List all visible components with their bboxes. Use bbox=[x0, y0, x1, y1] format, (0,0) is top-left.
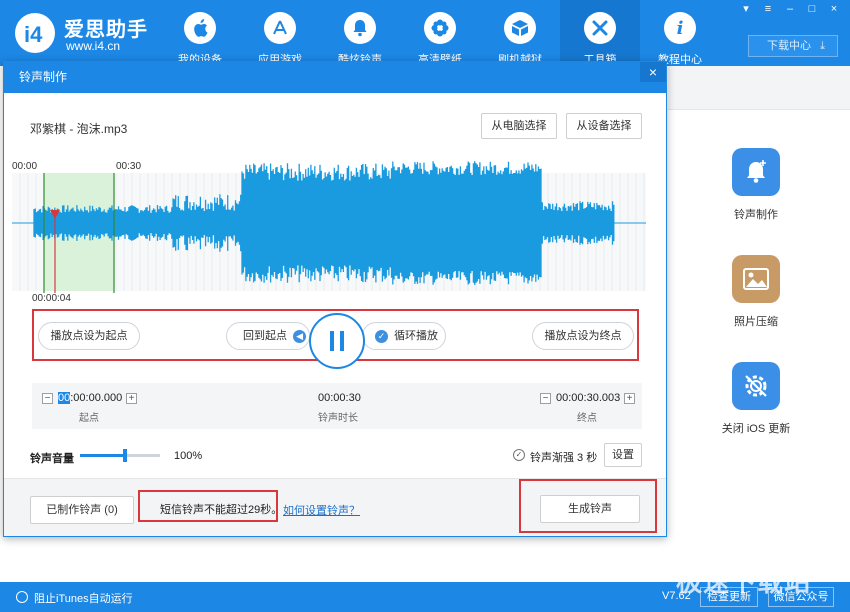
nav-ringtones[interactable]: 酷炫铃声 bbox=[320, 0, 400, 66]
app-store-icon bbox=[264, 12, 296, 44]
start-increment-button[interactable]: + bbox=[126, 393, 137, 404]
window-controls: ▾ ≡ – □ × bbox=[738, 2, 842, 16]
tool-label: 关闭 iOS 更新 bbox=[721, 423, 791, 435]
volume-slider-handle[interactable] bbox=[122, 449, 127, 462]
volume-slider[interactable] bbox=[80, 449, 160, 462]
start-time-rest: :00:00.000 bbox=[70, 392, 123, 404]
how-to-set-ringtone-link[interactable]: 如何设置铃声？ bbox=[283, 502, 360, 518]
back-to-start-label: 回到起点 bbox=[243, 330, 287, 342]
apple-icon bbox=[184, 12, 216, 44]
volume-label: 铃声音量 bbox=[30, 453, 74, 465]
download-center-button[interactable]: 下载中心 ⤓ bbox=[748, 35, 838, 57]
sms-warning-text: 短信铃声不能超过29秒。 bbox=[160, 504, 283, 516]
box-icon bbox=[504, 12, 536, 44]
top-bar: i4 爱思助手 www.i4.cn 我的设备 应用游戏 酷炫铃声 高清壁纸 刷机… bbox=[0, 0, 850, 66]
i4-logo-icon: i4 bbox=[15, 13, 55, 53]
nav-tutorials[interactable]: i 教程中心 bbox=[640, 0, 720, 66]
from-device-button[interactable]: 从设备选择 bbox=[566, 113, 642, 139]
brand-url: www.i4.cn bbox=[66, 39, 121, 53]
tool-label: 照片压缩 bbox=[734, 316, 778, 328]
time-settings-panel: − 00:00:00.000 + 起点 00:00:30 铃声时长 − 00:0… bbox=[32, 383, 642, 429]
nav-toolbox[interactable]: 工具箱 bbox=[560, 0, 640, 66]
itunes-label[interactable]: 阻止iTunes自动运行 bbox=[34, 590, 133, 606]
loop-play-label: 循环播放 bbox=[394, 330, 439, 342]
menu-icon[interactable]: ≡ bbox=[760, 2, 776, 16]
watermark: 极速下载站 bbox=[676, 568, 812, 598]
nav-apps-games[interactable]: 应用游戏 bbox=[240, 0, 320, 66]
length-label: 铃声时长 bbox=[318, 413, 358, 424]
toolbox-panel-header bbox=[668, 66, 850, 110]
set-end-button[interactable]: 播放点设为终点 bbox=[532, 322, 634, 350]
start-decrement-button[interactable]: − bbox=[42, 393, 53, 404]
bell-plus-icon bbox=[732, 148, 780, 196]
current-time-label: 00:00:04 bbox=[32, 293, 71, 304]
tool-ringtone-maker[interactable]: 铃声制作 bbox=[691, 148, 821, 222]
fade-in-label: 铃声渐强 3 秒 bbox=[530, 452, 598, 464]
end-increment-button[interactable]: + bbox=[624, 393, 635, 404]
download-icon: ⤓ bbox=[820, 40, 825, 52]
made-ringtones-button[interactable]: 已制作铃声 (0) bbox=[30, 496, 134, 524]
check-icon: ✓ bbox=[375, 329, 388, 343]
nav-my-device[interactable]: 我的设备 bbox=[160, 0, 240, 66]
tool-label: 铃声制作 bbox=[734, 209, 778, 221]
set-start-button[interactable]: 播放点设为起点 bbox=[38, 322, 140, 350]
fade-in-checkbox[interactable]: ✓ bbox=[513, 449, 525, 461]
length-value: 00:00:30 bbox=[318, 392, 361, 404]
flower-icon bbox=[424, 12, 456, 44]
dialog-title: 铃声制作 bbox=[4, 62, 666, 93]
download-center-label: 下载中心 bbox=[767, 40, 811, 52]
tools-icon bbox=[584, 12, 616, 44]
toolbox-panel: 铃声制作 照片压缩 关闭 iOS 更新 bbox=[668, 66, 850, 582]
gear-off-icon bbox=[732, 362, 780, 410]
end-decrement-button[interactable]: − bbox=[540, 393, 551, 404]
time-label-start: 00:00 bbox=[12, 161, 38, 172]
start-time-field[interactable]: 00:00:00.000 bbox=[58, 392, 122, 404]
file-name: 邓紫棋 - 泡沫.mp3 bbox=[30, 122, 128, 136]
dialog-close-button[interactable]: × bbox=[640, 62, 666, 82]
nav-flash-jailbreak[interactable]: 刷机越狱 bbox=[480, 0, 560, 66]
background-content bbox=[0, 532, 668, 582]
volume-slider-fill bbox=[80, 454, 125, 457]
bell-icon bbox=[344, 12, 376, 44]
loop-play-button[interactable]: ✓ 循环播放 bbox=[362, 322, 446, 350]
shirt-icon[interactable]: ▾ bbox=[738, 2, 754, 16]
info-icon: i bbox=[664, 12, 696, 44]
time-label-30s: 00:30 bbox=[116, 161, 142, 172]
generate-ringtone-button[interactable]: 生成铃声 bbox=[540, 495, 640, 523]
back-arrow-icon: ◀ bbox=[293, 329, 307, 343]
waveform[interactable] bbox=[12, 153, 646, 308]
waveform-area[interactable]: 00:00 00:30 00:00:04 bbox=[12, 153, 646, 308]
pause-icon bbox=[330, 331, 344, 351]
brand-name: 爱思助手 bbox=[64, 19, 148, 41]
itunes-checkbox[interactable] bbox=[16, 591, 28, 603]
settings-button[interactable]: 设置 bbox=[604, 443, 642, 467]
from-pc-button[interactable]: 从电脑选择 bbox=[481, 113, 557, 139]
start-time-selected: 00 bbox=[58, 392, 71, 404]
minimize-icon[interactable]: – bbox=[782, 2, 798, 16]
start-label: 起点 bbox=[79, 413, 99, 424]
tool-disable-ios-update[interactable]: 关闭 iOS 更新 bbox=[691, 362, 821, 436]
image-icon bbox=[732, 255, 780, 303]
close-icon[interactable]: × bbox=[826, 2, 842, 16]
end-time-field[interactable]: 00:00:30.003 bbox=[556, 392, 620, 404]
back-to-start-button[interactable]: 回到起点 ◀ bbox=[226, 322, 310, 350]
tool-photo-compress[interactable]: 照片压缩 bbox=[691, 255, 821, 329]
svg-text:i4: i4 bbox=[24, 22, 43, 47]
ringtone-maker-dialog: 铃声制作 × 邓紫棋 - 泡沫.mp3 从电脑选择 从设备选择 00:00 00… bbox=[3, 61, 667, 537]
maximize-icon[interactable]: □ bbox=[804, 2, 820, 16]
volume-value: 100% bbox=[174, 450, 203, 462]
pause-button[interactable] bbox=[309, 313, 365, 369]
nav-wallpapers[interactable]: 高清壁纸 bbox=[400, 0, 480, 66]
end-label: 终点 bbox=[577, 413, 597, 424]
